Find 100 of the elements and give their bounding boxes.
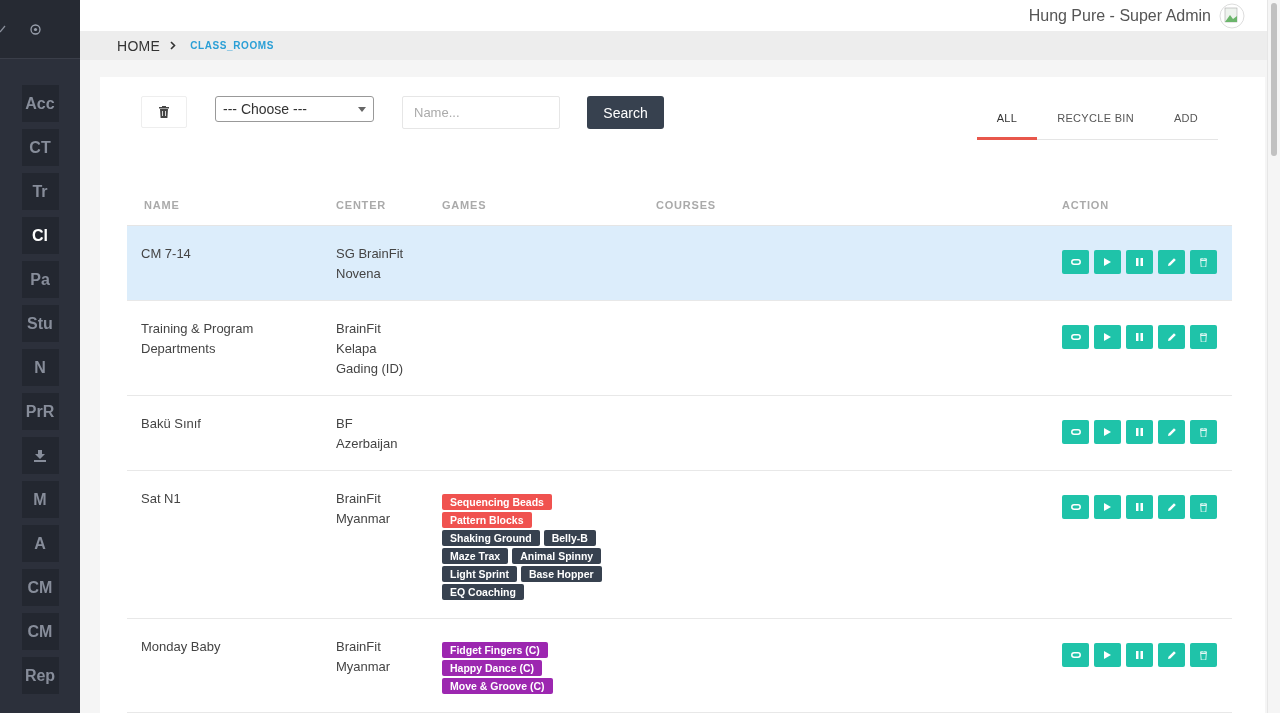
pencil-icon bbox=[1167, 258, 1176, 266]
table-row[interactable]: Training & Program Departments BrainFit Kelapa Gading (ID) bbox=[127, 301, 1232, 396]
sidebar-item[interactable]: N bbox=[21, 349, 59, 386]
target-icon[interactable] bbox=[30, 23, 41, 35]
link-button[interactable] bbox=[1062, 325, 1089, 349]
play-icon bbox=[1104, 503, 1111, 511]
caret-icon bbox=[358, 106, 366, 112]
center-name: SG BrainFit bbox=[336, 245, 405, 263]
user-name[interactable]: Hung Pure - Super Admin bbox=[1028, 6, 1211, 25]
column-header: COURSES bbox=[656, 198, 717, 211]
pause-icon bbox=[1136, 651, 1143, 659]
edit-button[interactable] bbox=[1158, 325, 1185, 349]
game-tag: Move & Groove (C) bbox=[442, 678, 553, 694]
sidebar-item[interactable]: Tr bbox=[21, 173, 59, 210]
sidebar-item[interactable]: Cl bbox=[21, 217, 59, 254]
center-name: Myanmar bbox=[336, 658, 392, 676]
class-name: CM 7-14 bbox=[140, 245, 192, 263]
edit-button[interactable] bbox=[1158, 250, 1185, 274]
pencil-icon bbox=[1167, 428, 1176, 436]
play-button[interactable] bbox=[1094, 250, 1121, 274]
center-name: BrainFit bbox=[336, 638, 382, 656]
game-tag: Sequencing Beads bbox=[442, 494, 552, 510]
sidebar-item[interactable]: Pa bbox=[21, 261, 59, 298]
pencil-icon bbox=[1167, 333, 1176, 341]
play-icon bbox=[1104, 428, 1111, 436]
center-name: Myanmar bbox=[336, 510, 392, 528]
center-name: Gading (ID) bbox=[336, 360, 405, 378]
center-name: BrainFit bbox=[336, 490, 382, 508]
link-icon bbox=[1070, 504, 1081, 510]
sidebar-item[interactable] bbox=[21, 437, 59, 474]
table-row[interactable]: Bakü Sınıf BF Azerbaijan bbox=[127, 396, 1232, 471]
link-button[interactable] bbox=[1062, 420, 1089, 444]
play-button[interactable] bbox=[1094, 643, 1121, 667]
sidebar-item[interactable]: A bbox=[21, 525, 59, 562]
center-name: Kelapa bbox=[336, 340, 378, 358]
search-button[interactable]: Search bbox=[587, 96, 664, 129]
game-tag: Maze Trax bbox=[442, 548, 509, 564]
broken-image-icon[interactable] bbox=[1219, 1, 1245, 30]
link-button[interactable] bbox=[1062, 250, 1089, 274]
game-tag: Animal Spinny bbox=[512, 548, 602, 564]
sidebar-item[interactable]: M bbox=[21, 481, 59, 518]
table-row[interactable]: Sat N1 BrainFit Myanmar Sequencing Beads Pattern Blocks Shaking Ground Belly-B Maze Trax Animal Spinny Light Sprint Base Hopper EQ Coaching bbox=[127, 471, 1232, 619]
trash-icon bbox=[1200, 650, 1207, 660]
link-icon bbox=[1070, 652, 1081, 658]
play-button[interactable] bbox=[1094, 420, 1121, 444]
edit-button[interactable] bbox=[1158, 495, 1185, 519]
game-tag: Light Sprint bbox=[442, 566, 517, 582]
game-tag: Shaking Ground bbox=[442, 530, 540, 546]
play-icon bbox=[1104, 333, 1111, 341]
pause-button[interactable] bbox=[1126, 643, 1153, 667]
sidebar-item[interactable]: Rep bbox=[21, 657, 59, 694]
check-icon[interactable] bbox=[0, 25, 6, 33]
sidebar-item[interactable]: Stu bbox=[21, 305, 59, 342]
name-search-field[interactable]: Name... bbox=[402, 96, 560, 129]
pencil-icon bbox=[1167, 651, 1176, 659]
play-icon bbox=[1104, 258, 1111, 266]
delete-button[interactable] bbox=[141, 96, 187, 128]
breadcrumb-link[interactable]: HOME bbox=[117, 37, 161, 54]
trash-icon bbox=[1200, 502, 1207, 512]
pause-icon bbox=[1136, 258, 1143, 266]
link-icon bbox=[1070, 334, 1081, 340]
sidebar-item[interactable]: CT bbox=[21, 129, 59, 166]
trash-icon bbox=[1200, 427, 1207, 437]
trash-icon bbox=[159, 106, 169, 118]
link-button[interactable] bbox=[1062, 643, 1089, 667]
tab[interactable]: RECYCLE BIN bbox=[1037, 104, 1154, 140]
game-tag: Belly-B bbox=[543, 530, 596, 546]
sidebar-item[interactable]: CM bbox=[21, 569, 59, 606]
play-button[interactable] bbox=[1094, 325, 1121, 349]
play-button[interactable] bbox=[1094, 495, 1121, 519]
tab[interactable]: ALL bbox=[976, 104, 1038, 140]
column-header: CENTER bbox=[336, 198, 388, 211]
edit-button[interactable] bbox=[1158, 420, 1185, 444]
center-dropdown[interactable]: --- Choose --- bbox=[215, 96, 374, 122]
sidebar-item[interactable]: CM bbox=[21, 613, 59, 650]
scrollbar[interactable] bbox=[1267, 0, 1280, 713]
trash-icon bbox=[1200, 332, 1207, 342]
center-name: BF bbox=[336, 415, 354, 433]
trash-icon bbox=[1200, 257, 1207, 267]
pause-button[interactable] bbox=[1126, 250, 1153, 274]
column-header: GAMES bbox=[442, 198, 488, 211]
game-tag: Base Hopper bbox=[520, 566, 602, 582]
table-row[interactable]: Monday Baby BrainFit Myanmar Fidget Fingers (C) Happy Dance (C) Move & Groove (C) bbox=[127, 619, 1232, 713]
tab[interactable]: ADD bbox=[1153, 104, 1218, 140]
pause-button[interactable] bbox=[1126, 495, 1153, 519]
center-name: BrainFit bbox=[336, 320, 382, 338]
link-button[interactable] bbox=[1062, 495, 1089, 519]
pause-button[interactable] bbox=[1126, 420, 1153, 444]
center-name: Novena bbox=[336, 265, 382, 283]
pencil-icon bbox=[1167, 503, 1176, 511]
edit-button[interactable] bbox=[1158, 643, 1185, 667]
table-row[interactable]: CM 7-14 SG BrainFit Novena bbox=[127, 226, 1232, 301]
link-icon bbox=[1070, 259, 1081, 265]
breadcrumb-current: CLASS_ROOMS bbox=[190, 40, 275, 52]
class-name: Training & Program Departments bbox=[140, 320, 255, 358]
sidebar-item[interactable]: PrR bbox=[21, 393, 59, 430]
game-tag: Fidget Fingers (C) bbox=[442, 642, 548, 658]
sidebar-item[interactable]: Acc bbox=[21, 85, 59, 122]
game-tag: Happy Dance (C) bbox=[442, 660, 542, 676]
pause-button[interactable] bbox=[1126, 325, 1153, 349]
